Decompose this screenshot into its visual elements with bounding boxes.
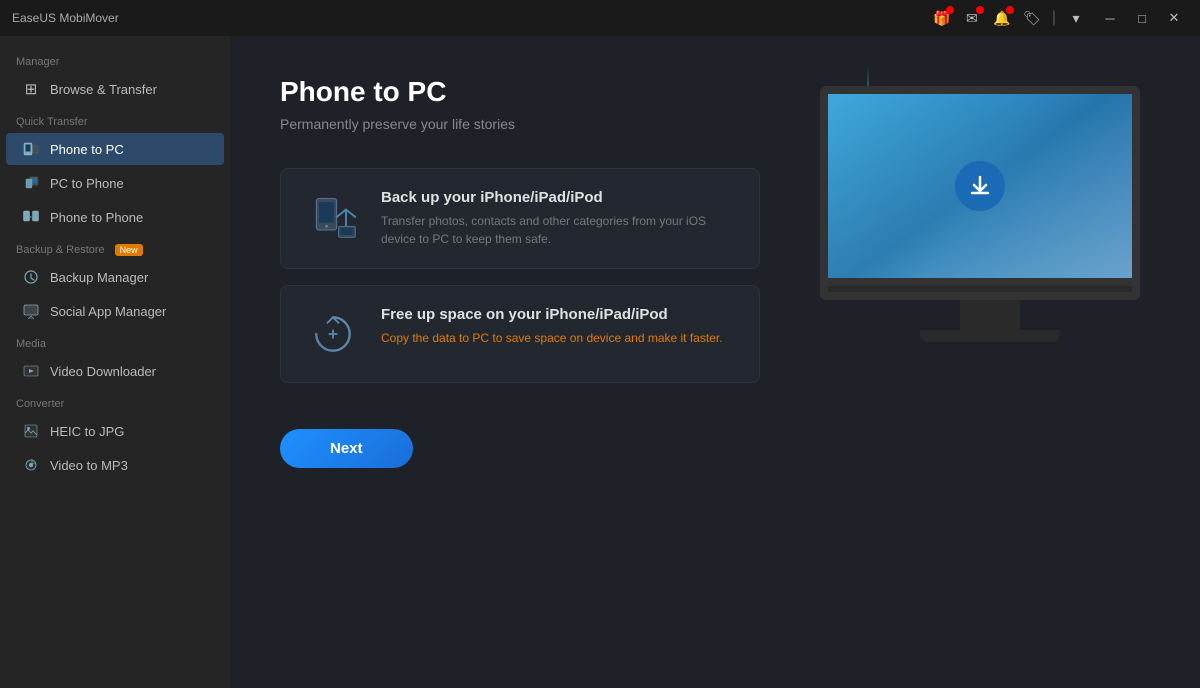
sidebar-item-label: Video Downloader	[50, 364, 156, 379]
monitor-illustration	[820, 86, 1160, 342]
sidebar-item-label: Phone to Phone	[50, 210, 143, 225]
main-content: Phone to PC Permanently preserve your li…	[230, 36, 1200, 688]
next-button[interactable]: Next	[280, 429, 413, 468]
bell-badge	[1006, 6, 1014, 14]
app-title: EaseUS MobiMover	[12, 11, 119, 25]
titlebar: EaseUS MobiMover 🎁 ✉ 🔔 🏷 | ▾ ─ □ ✕	[0, 0, 1200, 36]
sidebar-item-label: Phone to PC	[50, 142, 124, 157]
sidebar-item-phone-to-pc[interactable]: Phone to PC	[6, 133, 224, 165]
freespace-feature-icon	[305, 306, 361, 362]
monitor-base	[920, 330, 1060, 342]
sidebar-item-label: Backup Manager	[50, 270, 148, 285]
bell-icon[interactable]: 🔔	[992, 8, 1012, 28]
monitor-bezel	[820, 286, 1140, 300]
section-label-quick-transfer: Quick Transfer	[0, 106, 230, 132]
sidebar-item-browse-transfer[interactable]: ⊞ Browse & Transfer	[6, 73, 224, 105]
browse-transfer-icon: ⊞	[22, 80, 40, 98]
freespace-feature-title: Free up space on your iPhone/iPad/iPod	[381, 306, 723, 323]
feature-card-backup: Back up your iPhone/iPad/iPod Transfer p…	[280, 168, 760, 269]
backup-feature-icon	[305, 189, 361, 245]
gift-badge	[946, 6, 954, 14]
new-badge: New	[115, 244, 143, 256]
minimize-button[interactable]: ─	[1096, 4, 1124, 32]
social-app-manager-icon	[22, 302, 40, 320]
backup-manager-icon	[22, 268, 40, 286]
window-controls: ─ □ ✕	[1096, 4, 1188, 32]
sidebar-item-social-app-manager[interactable]: Social App Manager	[6, 295, 224, 327]
sidebar-item-backup-manager[interactable]: Backup Manager	[6, 261, 224, 293]
freespace-feature-text: Free up space on your iPhone/iPad/iPod C…	[381, 306, 723, 347]
dropdown-icon[interactable]: ▾	[1066, 8, 1086, 28]
section-label-backup: Backup & Restore New	[0, 234, 230, 260]
sidebar-item-phone-to-phone[interactable]: Phone to Phone	[6, 201, 224, 233]
tag-icon[interactable]: 🏷	[1022, 8, 1042, 28]
sidebar-item-label: PC to Phone	[50, 176, 124, 191]
backup-feature-desc: Transfer photos, contacts and other cate…	[381, 212, 735, 248]
phone-to-pc-icon	[22, 140, 40, 158]
titlebar-icons: 🎁 ✉ 🔔 🏷 | ▾ ─ □ ✕	[932, 4, 1188, 32]
feature-card-freespace: Free up space on your iPhone/iPad/iPod C…	[280, 285, 760, 383]
sidebar-item-label: HEIC to JPG	[50, 424, 124, 439]
phone-to-phone-icon	[22, 208, 40, 226]
sidebar-item-label: Video to MP3	[50, 458, 128, 473]
sidebar-item-label: Social App Manager	[50, 304, 166, 319]
sidebar-item-pc-to-phone[interactable]: PC to Phone	[6, 167, 224, 199]
section-label-converter: Converter	[0, 388, 230, 414]
download-icon	[955, 161, 1005, 211]
video-to-mp3-icon	[22, 456, 40, 474]
backup-feature-title: Back up your iPhone/iPad/iPod	[381, 189, 735, 206]
backup-feature-text: Back up your iPhone/iPad/iPod Transfer p…	[381, 189, 735, 248]
video-downloader-icon	[22, 362, 40, 380]
app-title-area: EaseUS MobiMover	[12, 11, 119, 25]
pc-to-phone-icon	[22, 174, 40, 192]
app-body: Manager ⊞ Browse & Transfer Quick Transf…	[0, 36, 1200, 688]
sidebar-item-label: Browse & Transfer	[50, 82, 157, 97]
close-button[interactable]: ✕	[1160, 4, 1188, 32]
sidebar-item-video-downloader[interactable]: Video Downloader	[6, 355, 224, 387]
section-label-manager: Manager	[0, 46, 230, 72]
gift-icon[interactable]: 🎁	[932, 8, 952, 28]
maximize-button[interactable]: □	[1128, 4, 1156, 32]
email-badge	[976, 6, 984, 14]
sidebar-item-heic-to-jpg[interactable]: HEIC to JPG	[6, 415, 224, 447]
sidebar-item-video-to-mp3[interactable]: Video to MP3	[6, 449, 224, 481]
freespace-feature-desc: Copy the data to PC to save space on dev…	[381, 329, 723, 347]
email-icon[interactable]: ✉	[962, 8, 982, 28]
heic-to-jpg-icon	[22, 422, 40, 440]
section-label-media: Media	[0, 328, 230, 354]
sidebar: Manager ⊞ Browse & Transfer Quick Transf…	[0, 36, 230, 688]
monitor-stand	[960, 300, 1020, 330]
monitor-screen	[820, 86, 1140, 286]
